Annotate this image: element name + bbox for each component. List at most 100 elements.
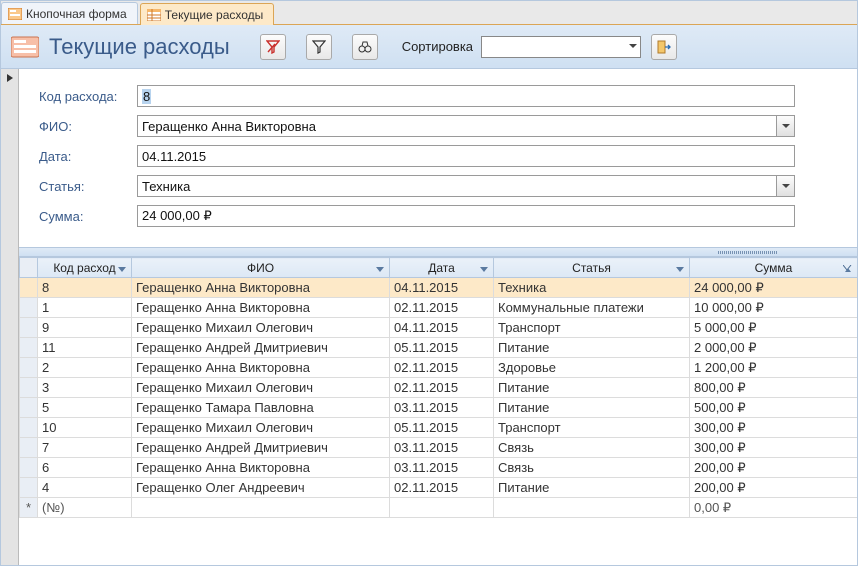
clear-filter-button[interactable]	[260, 34, 286, 60]
table-row[interactable]: 2Геращенко Анна Викторовна02.11.2015Здор…	[20, 358, 858, 378]
cell-article[interactable]: Связь	[494, 458, 690, 478]
cell-sum[interactable]: 200,00 ₽	[690, 478, 858, 498]
column-header-article[interactable]: Статья	[494, 258, 690, 278]
cell-fio[interactable]: Геращенко Анна Викторовна	[132, 358, 390, 378]
cell-id[interactable]: 7	[38, 438, 132, 458]
cell-fio[interactable]: Геращенко Олег Андреевич	[132, 478, 390, 498]
row-selector[interactable]	[20, 298, 38, 318]
cell-article[interactable]: Питание	[494, 378, 690, 398]
cell-fio[interactable]: Геращенко Михаил Олегович	[132, 418, 390, 438]
table-row[interactable]: 8Геращенко Анна Викторовна04.11.2015Техн…	[20, 278, 858, 298]
cell-sum[interactable]: 300,00 ₽	[690, 418, 858, 438]
cell-article[interactable]: Здоровье	[494, 358, 690, 378]
cell-fio[interactable]: Геращенко Андрей Дмитриевич	[132, 338, 390, 358]
tab-expenses[interactable]: Текущие расходы	[140, 3, 275, 25]
field-sum[interactable]: 24 000,00 ₽	[137, 205, 795, 227]
chevron-down-icon[interactable]	[776, 176, 794, 196]
column-header-date[interactable]: Дата	[390, 258, 494, 278]
cell-sum[interactable]: 800,00 ₽	[690, 378, 858, 398]
filter-button[interactable]	[306, 34, 332, 60]
cell-article[interactable]: Коммунальные платежи	[494, 298, 690, 318]
cell-sum[interactable]: 500,00 ₽	[690, 398, 858, 418]
cell-date[interactable]: 04.11.2015	[390, 318, 494, 338]
row-selector[interactable]	[20, 478, 38, 498]
sort-dropdown-icon[interactable]	[479, 262, 489, 272]
table-row[interactable]: 6Геращенко Анна Викторовна03.11.2015Связ…	[20, 458, 858, 478]
cell-fio[interactable]: Геращенко Михаил Олегович	[132, 378, 390, 398]
cell-article[interactable]: Транспорт	[494, 418, 690, 438]
cell-sum[interactable]: 200,00 ₽	[690, 458, 858, 478]
field-article[interactable]: Техника	[137, 175, 795, 197]
cell-article[interactable]: Питание	[494, 338, 690, 358]
cell-date[interactable]: 03.11.2015	[390, 438, 494, 458]
cell-sum[interactable]: 300,00 ₽	[690, 438, 858, 458]
cell-fio[interactable]	[132, 498, 390, 518]
new-record-row[interactable]: *(№)0,00 ₽	[20, 498, 858, 518]
table-row[interactable]: 10Геращенко Михаил Олегович05.11.2015Тра…	[20, 418, 858, 438]
table-row[interactable]: 9Геращенко Михаил Олегович04.11.2015Тран…	[20, 318, 858, 338]
column-header-sum[interactable]: Сумма	[690, 258, 858, 278]
table-row[interactable]: 1Геращенко Анна Викторовна02.11.2015Комм…	[20, 298, 858, 318]
cell-article[interactable]	[494, 498, 690, 518]
cell-sum[interactable]: 2 000,00 ₽	[690, 338, 858, 358]
close-form-button[interactable]	[651, 34, 677, 60]
cell-date[interactable]: 02.11.2015	[390, 298, 494, 318]
cell-id[interactable]: 11	[38, 338, 132, 358]
field-fio[interactable]: Геращенко Анна Викторовна	[137, 115, 795, 137]
row-selector[interactable]	[20, 458, 38, 478]
split-bar[interactable]	[19, 247, 857, 257]
row-selector[interactable]	[20, 358, 38, 378]
cell-fio[interactable]: Геращенко Михаил Олегович	[132, 318, 390, 338]
cell-id[interactable]: 2	[38, 358, 132, 378]
cell-article[interactable]: Техника	[494, 278, 690, 298]
cell-date[interactable]: 05.11.2015	[390, 338, 494, 358]
cell-sum[interactable]: 5 000,00 ₽	[690, 318, 858, 338]
sort-dropdown-icon[interactable]	[843, 262, 853, 272]
cell-id[interactable]: 4	[38, 478, 132, 498]
row-selector[interactable]	[20, 278, 38, 298]
cell-fio[interactable]: Геращенко Андрей Дмитриевич	[132, 438, 390, 458]
cell-sum[interactable]: 1 200,00 ₽	[690, 358, 858, 378]
row-selector[interactable]	[20, 438, 38, 458]
cell-id[interactable]: 3	[38, 378, 132, 398]
cell-id[interactable]: 6	[38, 458, 132, 478]
cell-sum[interactable]: 0,00 ₽	[690, 498, 858, 518]
cell-date[interactable]: 02.11.2015	[390, 358, 494, 378]
table-row[interactable]: 5Геращенко Тамара Павловна03.11.2015Пита…	[20, 398, 858, 418]
cell-fio[interactable]: Геращенко Анна Викторовна	[132, 458, 390, 478]
cell-id[interactable]: 5	[38, 398, 132, 418]
cell-sum[interactable]: 24 000,00 ₽	[690, 278, 858, 298]
cell-date[interactable]	[390, 498, 494, 518]
row-selector[interactable]	[20, 378, 38, 398]
cell-id[interactable]: 10	[38, 418, 132, 438]
table-row[interactable]: 4Геращенко Олег Андреевич02.11.2015Питан…	[20, 478, 858, 498]
field-date[interactable]: 04.11.2015	[137, 145, 795, 167]
find-button[interactable]	[352, 34, 378, 60]
row-selector[interactable]	[20, 398, 38, 418]
cell-fio[interactable]: Геращенко Анна Викторовна	[132, 298, 390, 318]
cell-fio[interactable]: Геращенко Тамара Павловна	[132, 398, 390, 418]
cell-date[interactable]: 05.11.2015	[390, 418, 494, 438]
cell-id[interactable]: (№)	[38, 498, 132, 518]
cell-date[interactable]: 04.11.2015	[390, 278, 494, 298]
record-selector-bar[interactable]	[1, 69, 19, 565]
cell-sum[interactable]: 10 000,00 ₽	[690, 298, 858, 318]
column-header-fio[interactable]: ФИО	[132, 258, 390, 278]
table-row[interactable]: 11Геращенко Андрей Дмитриевич05.11.2015П…	[20, 338, 858, 358]
column-header-id[interactable]: Код расход	[38, 258, 132, 278]
chevron-down-icon[interactable]	[776, 116, 794, 136]
cell-date[interactable]: 02.11.2015	[390, 378, 494, 398]
table-row[interactable]: 3Геращенко Михаил Олегович02.11.2015Пита…	[20, 378, 858, 398]
cell-id[interactable]: 8	[38, 278, 132, 298]
row-selector[interactable]	[20, 418, 38, 438]
sort-dropdown-icon[interactable]	[375, 262, 385, 272]
table-row[interactable]: 7Геращенко Андрей Дмитриевич03.11.2015Св…	[20, 438, 858, 458]
sort-combo[interactable]	[481, 36, 641, 58]
cell-id[interactable]: 1	[38, 298, 132, 318]
sort-dropdown-icon[interactable]	[675, 262, 685, 272]
cell-date[interactable]: 03.11.2015	[390, 458, 494, 478]
cell-article[interactable]: Связь	[494, 438, 690, 458]
sort-dropdown-icon[interactable]	[117, 262, 127, 272]
cell-article[interactable]: Питание	[494, 398, 690, 418]
row-selector[interactable]	[20, 338, 38, 358]
